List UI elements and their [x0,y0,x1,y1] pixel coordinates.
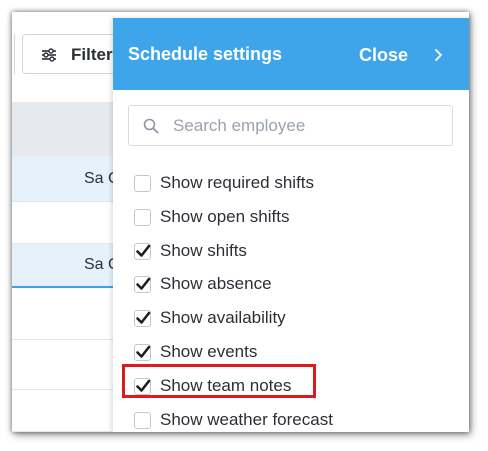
search-icon [143,118,159,134]
option-show-availability[interactable]: Show availability [134,306,286,330]
checkbox[interactable] [134,411,151,429]
checkbox[interactable] [134,309,151,327]
chevron-right-icon [435,49,442,61]
checkmark-icon [136,244,151,257]
option-label: Show availability [160,308,286,327]
option-show-events[interactable]: Show events [134,340,257,364]
option-show-required-shifts[interactable]: Show required shifts [134,171,314,195]
sliders-icon [42,48,56,62]
search-box[interactable] [128,105,453,146]
highlight-box [122,364,316,398]
close-label: Close [359,44,409,65]
search-input[interactable] [173,112,443,140]
schedule-settings-panel: Schedule settings Close Show required sh… [113,18,469,432]
panel-title: Schedule settings [128,44,283,64]
option-label: Show required shifts [160,173,315,192]
app-window: Filter Sa C Sa C Schedule settings Close [12,12,469,432]
checkbox[interactable] [134,343,151,361]
checkbox[interactable] [134,242,151,260]
option-label: Show weather forecast [160,410,333,429]
option-label: Show open shifts [160,207,290,226]
checkmark-icon [136,345,151,358]
checkbox[interactable] [134,208,151,226]
option-show-shifts[interactable]: Show shifts [134,239,247,263]
panel-header: Schedule settings Close [113,18,469,90]
checkbox[interactable] [134,174,151,192]
close-button[interactable]: Close [359,42,446,68]
option-label: Show absence [160,274,272,293]
option-show-open-shifts[interactable]: Show open shifts [134,205,289,229]
checkmark-icon [136,311,151,324]
checkbox[interactable] [134,275,151,293]
option-label: Show events [160,342,258,361]
option-label: Show shifts [160,241,247,260]
option-show-weather-forecast[interactable]: Show weather forecast [134,408,333,432]
option-show-absence[interactable]: Show absence [134,272,272,296]
toolbar-divider [12,34,15,74]
checkmark-icon [136,277,151,290]
filter-label: Filter [71,45,113,64]
